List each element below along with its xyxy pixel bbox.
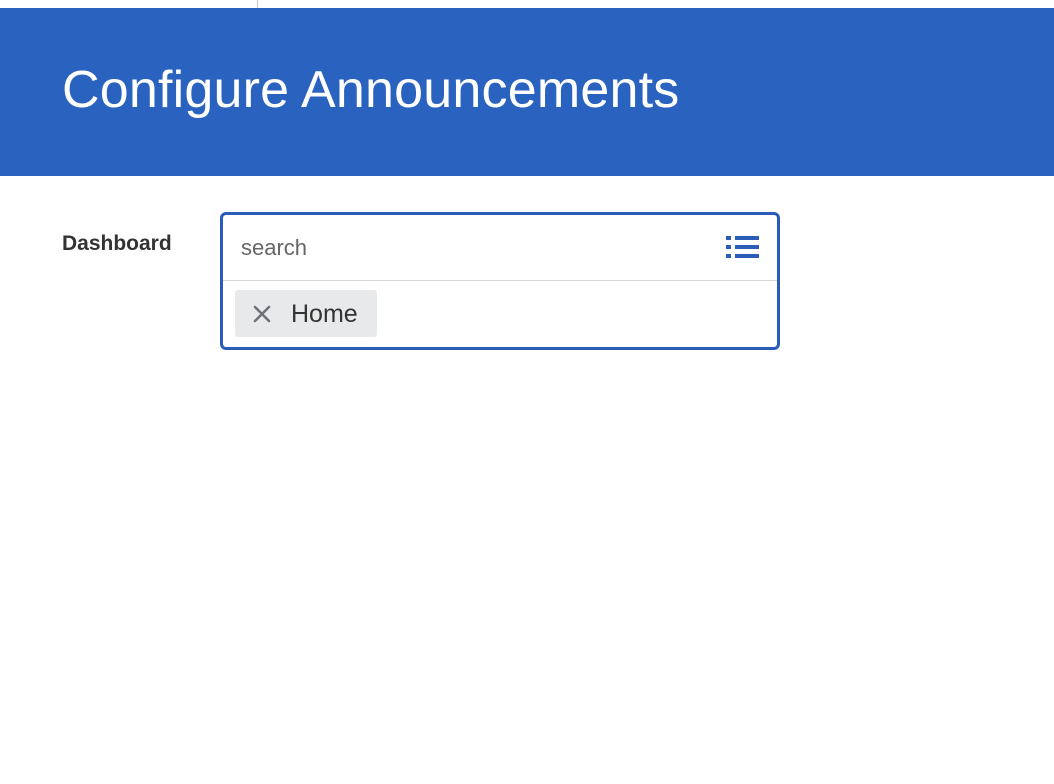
selected-item-pill: Home: [235, 290, 377, 337]
search-row: [223, 215, 777, 281]
top-divider: [257, 0, 258, 8]
dashboard-prompt: Home: [220, 212, 780, 350]
search-input[interactable]: [241, 231, 711, 265]
top-strip: [0, 0, 1054, 8]
page-title: Configure Announcements: [62, 61, 680, 119]
dashboard-label: Dashboard: [62, 232, 172, 255]
close-icon[interactable]: [249, 301, 275, 327]
page-header: Configure Announcements: [0, 8, 1054, 176]
selected-item-label: Home: [291, 300, 358, 328]
list-icon[interactable]: [725, 233, 761, 261]
